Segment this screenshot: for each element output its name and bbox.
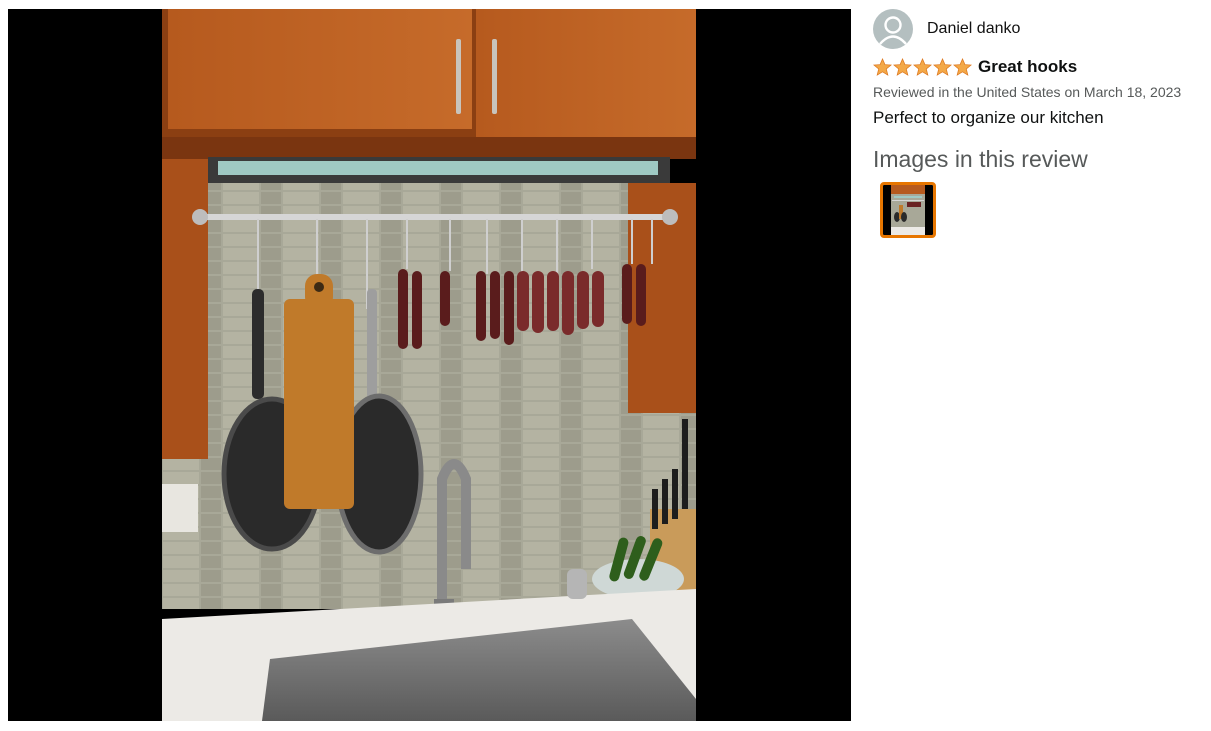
- image-viewer: [8, 9, 851, 721]
- star-icon: [953, 57, 972, 76]
- star-icon: [913, 57, 932, 76]
- title-row: Great hooks: [873, 56, 1209, 78]
- review-title: Great hooks: [978, 57, 1078, 76]
- star-icon: [873, 57, 892, 76]
- author-row: Daniel danko: [873, 9, 1209, 49]
- rating-stars[interactable]: [873, 57, 972, 77]
- star-icon: [933, 57, 952, 76]
- review-image-thumbnail[interactable]: [880, 182, 936, 238]
- user-silhouette-icon: [873, 9, 913, 49]
- images-heading: Images in this review: [873, 146, 1088, 172]
- review-panel: Daniel danko Great hooks Reviewed in the…: [873, 9, 1209, 238]
- review-body: Perfect to organize our kitchen: [873, 108, 1104, 127]
- review-photo: [162, 9, 696, 721]
- star-icon: [893, 57, 912, 76]
- author-name-link[interactable]: Daniel danko: [927, 20, 1020, 38]
- review-date: Reviewed in the United States on March 1…: [873, 84, 1182, 100]
